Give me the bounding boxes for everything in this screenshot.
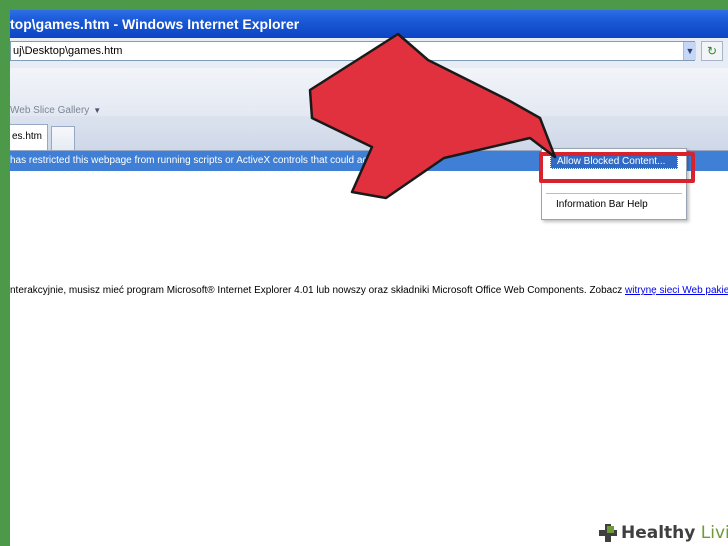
watermark-brand-bold: Healthy xyxy=(621,523,696,543)
menu-item-allow-blocked-content[interactable]: Allow Blocked Content... xyxy=(550,152,678,169)
watermark-brand-rest: Living xyxy=(700,523,728,543)
menu-item-information-bar-help[interactable]: Information Bar Help xyxy=(556,199,648,210)
tab-label: es.htm xyxy=(12,131,43,142)
information-bar-menu: Allow Blocked Content... Information Bar… xyxy=(541,148,687,220)
information-bar-text: has restricted this webpage from running… xyxy=(10,155,424,166)
page-body-text: nterakcyjnie, musisz mieć program Micros… xyxy=(10,285,728,296)
tab-bar: es.htm xyxy=(10,116,728,151)
new-tab-button[interactable] xyxy=(51,126,75,150)
body-paragraph: nterakcyjnie, musisz mieć program Micros… xyxy=(10,285,626,296)
healthy-living-cross-icon xyxy=(599,524,617,542)
chevron-down-icon[interactable]: ▼ xyxy=(683,42,696,60)
favorites-bar: Web Slice Gallery ▼ xyxy=(10,68,728,116)
title-bar[interactable]: top\games.htm - Windows Internet Explore… xyxy=(10,10,728,38)
watermark-text: Healthy Living xyxy=(621,522,728,544)
browser-window: top\games.htm - Windows Internet Explore… xyxy=(10,10,728,546)
screenshot-frame: top\games.htm - Windows Internet Explore… xyxy=(0,0,728,546)
office-web-components-link[interactable]: witrynę sieci Web pakietu Microsoft Of xyxy=(625,285,728,296)
caret-down-icon: ▼ xyxy=(93,106,102,115)
web-slice-gallery-label: Web Slice Gallery xyxy=(10,105,90,116)
watermark: Healthy Living xyxy=(594,520,728,546)
refresh-icon[interactable]: ↻ xyxy=(701,41,723,61)
web-slice-gallery-button[interactable]: Web Slice Gallery ▼ xyxy=(10,105,101,116)
address-input[interactable]: uj\Desktop\games.htm xyxy=(10,41,695,61)
address-row: uj\Desktop\games.htm ▼ ↻ xyxy=(10,38,728,69)
tab-games[interactable]: es.htm xyxy=(10,124,48,150)
window-title: top\games.htm - Windows Internet Explore… xyxy=(10,16,300,32)
menu-separator xyxy=(546,193,682,194)
